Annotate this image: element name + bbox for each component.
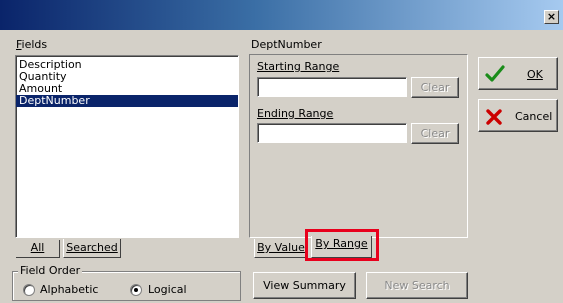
tab-all[interactable]: All	[16, 240, 60, 258]
ending-range-input[interactable]	[257, 123, 407, 143]
close-button[interactable]: ×	[544, 10, 559, 24]
by-range-highlight	[305, 229, 379, 261]
view-summary-button[interactable]: View Summary	[253, 272, 356, 299]
list-item-deptnumber[interactable]: DeptNumber	[16, 95, 238, 107]
radio-dot	[134, 288, 138, 292]
ending-range-label: Ending Range	[257, 107, 334, 120]
fields-label: Fields	[16, 38, 48, 51]
ok-button[interactable]: OK	[478, 57, 558, 90]
title-bar: ×	[0, 0, 563, 30]
starting-range-label: Starting Range	[257, 60, 340, 73]
fields-listbox[interactable]: Description Quantity Amount DeptNumber	[15, 55, 239, 238]
tab-by-value[interactable]: By Value	[254, 239, 308, 258]
alphabetic-radio[interactable]	[23, 284, 35, 296]
alphabetic-label[interactable]: Alphabetic	[40, 283, 98, 296]
logical-label[interactable]: Logical	[148, 283, 187, 296]
cancel-button[interactable]: Cancel	[478, 99, 558, 132]
starting-range-input[interactable]	[257, 77, 407, 97]
checkmark-icon	[485, 65, 505, 83]
new-search-button[interactable]: New Search	[366, 272, 468, 299]
clear-end-button[interactable]: Clear	[411, 123, 459, 144]
close-icon: ×	[546, 10, 557, 23]
field-order-label: Field Order	[18, 264, 83, 277]
logical-radio[interactable]	[130, 284, 142, 296]
red-x-icon	[486, 109, 502, 125]
fields-label-rest: ields	[21, 38, 48, 51]
clear-start-button[interactable]: Clear	[411, 77, 459, 98]
cancel-label: Cancel	[515, 110, 553, 123]
criteria-field-name: DeptNumber	[251, 38, 322, 51]
tab-searched[interactable]: Searched	[63, 239, 121, 258]
ok-label: OK	[527, 68, 543, 81]
